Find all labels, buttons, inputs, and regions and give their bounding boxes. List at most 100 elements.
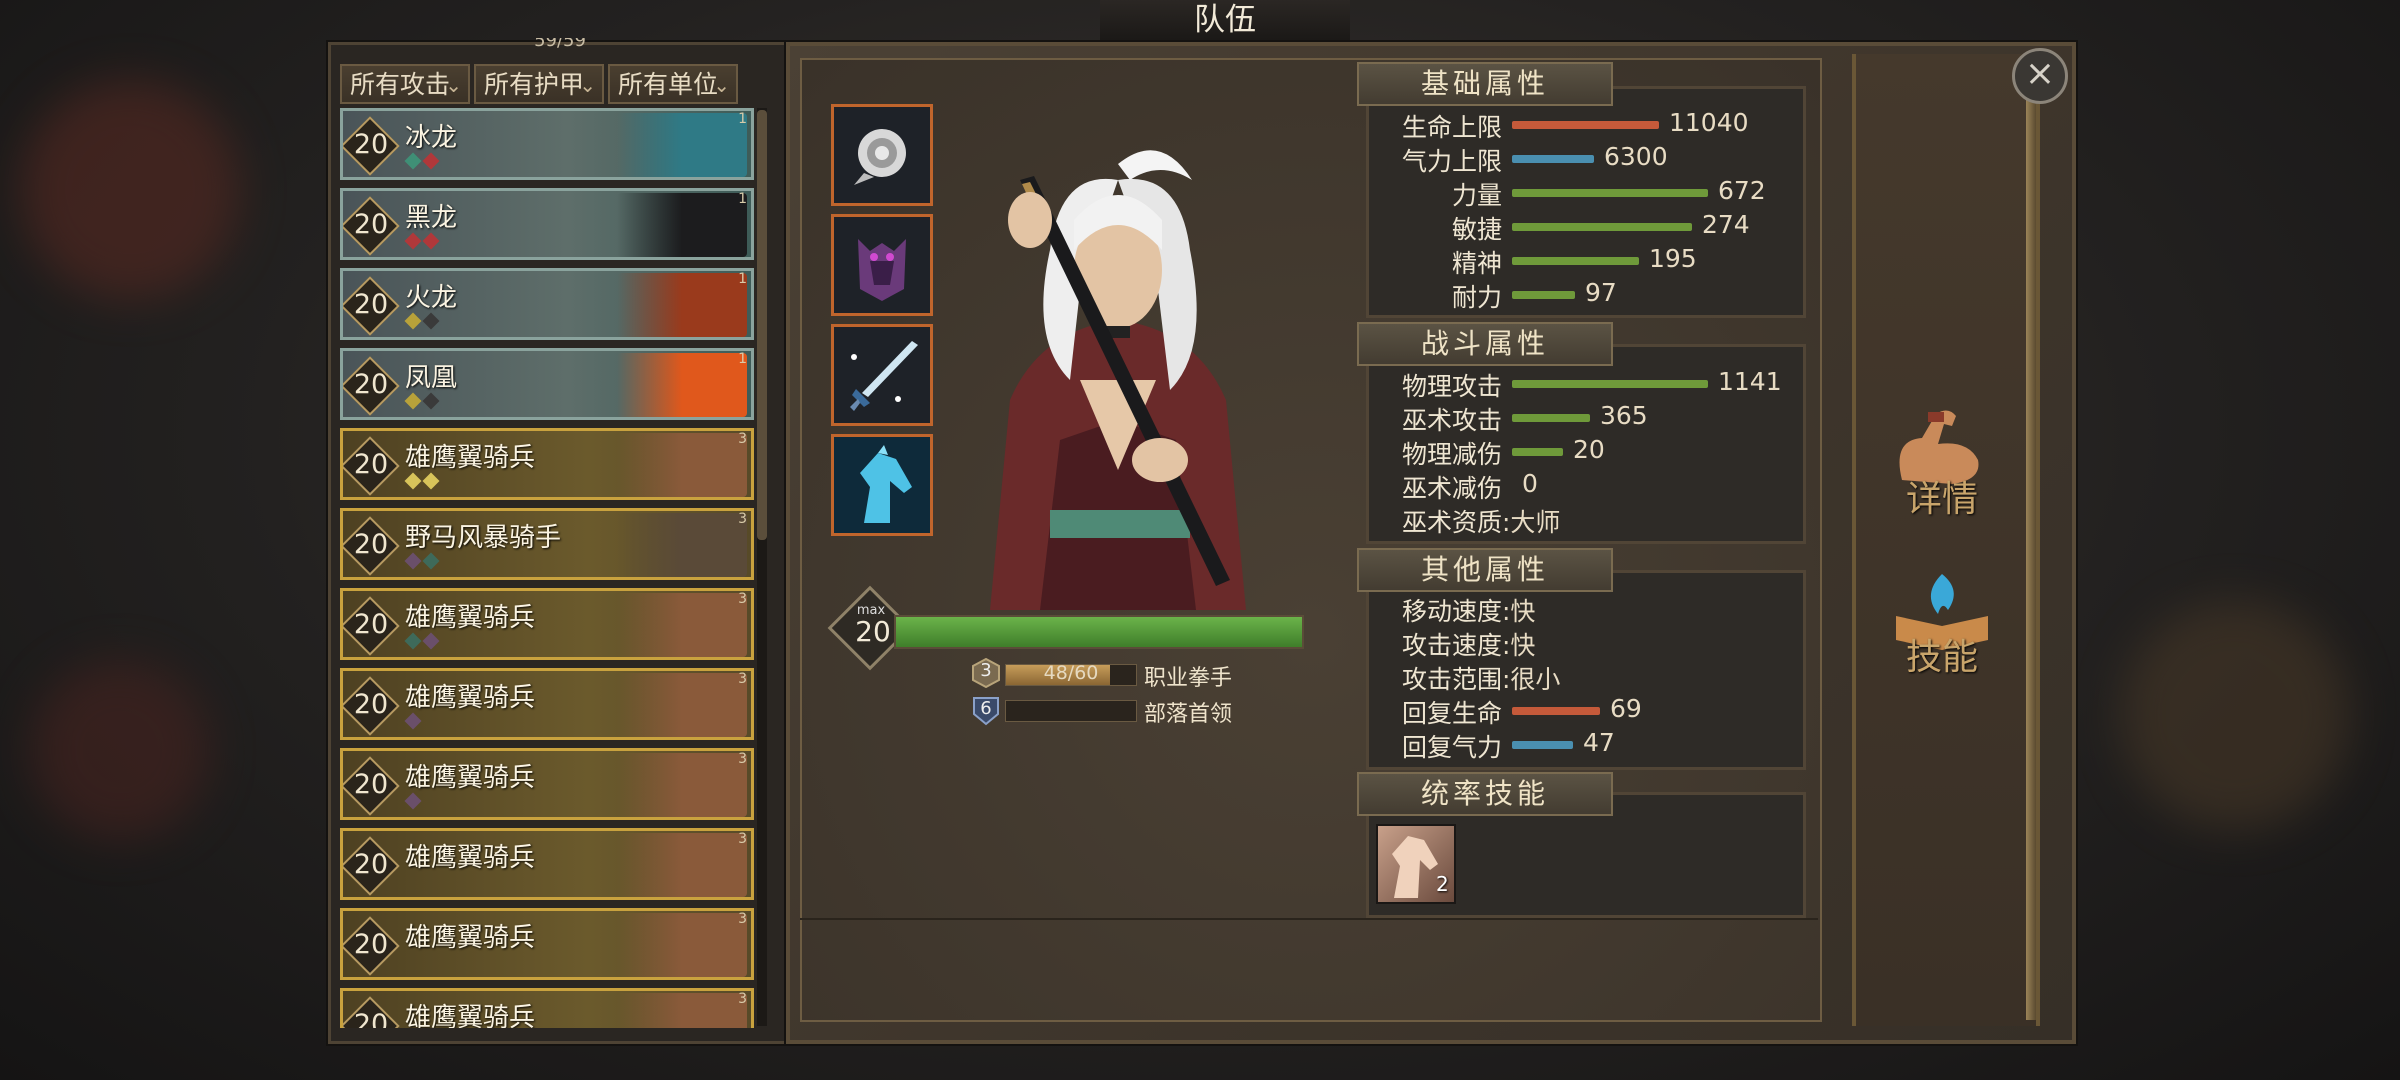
unit-list-item[interactable]: 20 凤凰 1 (340, 348, 754, 420)
stat-value: 69 (1610, 694, 1642, 723)
gem-icon (404, 712, 422, 730)
unit-portrait (617, 993, 747, 1028)
unit-list-item[interactable]: 20 雄鹰翼骑兵 3 (340, 668, 754, 740)
experience-bar (894, 615, 1304, 649)
unit-tier: 1 (738, 271, 747, 287)
unit-gems (404, 472, 440, 490)
stat-value: 274 (1702, 210, 1750, 239)
stat-label: 耐力 (1451, 283, 1502, 312)
unit-name: 雄鹰翼骑兵 (405, 843, 536, 873)
unit-name: 雄鹰翼骑兵 (405, 763, 536, 793)
stat-label: 回复生命 (1401, 699, 1502, 728)
stat-bar (1512, 380, 1708, 388)
unit-tier: 1 (738, 351, 747, 367)
skills-label: 技能 (1905, 637, 1978, 678)
hero-level: 20 (855, 615, 891, 648)
stat-value: 97 (1585, 278, 1617, 307)
unit-gems (404, 232, 440, 250)
details-button[interactable]: 详情 (1880, 400, 2000, 536)
unit-name: 黑龙 (405, 203, 458, 233)
unit-gems (404, 792, 422, 810)
unit-portrait (617, 273, 747, 337)
unit-list[interactable]: 20 冰龙 1 20 黑龙 1 20 火龙 1 20 凤凰 1 20 雄鹰翼骑兵 3 20 野马风暴骑手 3 20 雄… (340, 108, 754, 1028)
gem-icon (422, 312, 440, 330)
unit-list-item[interactable]: 20 野马风暴骑手 3 (340, 508, 754, 580)
unit-list-item[interactable]: 20 雄鹰翼骑兵 3 (340, 588, 754, 660)
unit-level: 20 (353, 769, 389, 800)
attack-filter-dropdown[interactable]: 所有攻击 ⌄ (340, 64, 470, 104)
stat-label: 攻击速度 (1401, 631, 1502, 660)
unit-filter-label: 所有单位 (618, 70, 719, 99)
unit-list-item[interactable]: 20 雄鹰翼骑兵 3 (340, 828, 754, 900)
unit-portrait (617, 513, 747, 577)
unit-level: 20 (353, 1009, 389, 1028)
spirit-horse-icon[interactable] (831, 434, 933, 536)
gem-icon (404, 632, 422, 650)
unit-list-item[interactable]: 20 火龙 1 (340, 268, 754, 340)
unit-filter-dropdown[interactable]: 所有单位 ⌄ (608, 64, 738, 104)
gem-icon (422, 152, 440, 170)
basic-attributes-header: 基础属性 (1357, 62, 1613, 106)
stat-value: 6300 (1604, 142, 1668, 171)
profession-progress-text: 48/60 (1043, 662, 1099, 684)
unit-level: 20 (353, 129, 389, 160)
unit-name: 雄鹰翼骑兵 (405, 603, 536, 633)
unit-level: 20 (353, 609, 389, 640)
unit-level: 20 (353, 209, 389, 240)
tribe-progress-bar (1005, 700, 1137, 722)
stat-value: :快 (1502, 631, 1536, 660)
close-icon[interactable]: × (2012, 48, 2068, 104)
stat-bar (1512, 448, 1563, 456)
unit-gems (404, 312, 440, 330)
stat-value: 365 (1600, 401, 1648, 430)
filter-bar: 所有攻击 ⌄ 所有护甲 ⌄ 所有单位 ⌄ (340, 64, 738, 104)
unit-gems (404, 712, 422, 730)
unit-list-item[interactable]: 20 黑龙 1 (340, 188, 754, 260)
stat-value: :很小 (1502, 665, 1561, 694)
unit-list-item[interactable]: 20 雄鹰翼骑兵 3 (340, 988, 754, 1028)
gem-icon (422, 552, 440, 570)
unit-name: 雄鹰翼骑兵 (405, 443, 536, 473)
gem-icon (404, 232, 422, 250)
gem-icon (404, 152, 422, 170)
unit-level: 20 (353, 849, 389, 880)
gem-icon (422, 472, 440, 490)
unit-name: 冰龙 (405, 123, 458, 153)
unit-tier: 3 (738, 751, 747, 767)
skills-button[interactable]: 技能 (1880, 560, 2000, 680)
unit-list-item[interactable]: 20 雄鹰翼骑兵 3 (340, 748, 754, 820)
chevron-down-icon: ⌄ (445, 73, 462, 97)
divider (800, 918, 1818, 920)
stat-bar (1512, 291, 1575, 299)
unit-name: 凤凰 (405, 363, 458, 393)
unit-list-item[interactable]: 20 雄鹰翼骑兵 3 (340, 908, 754, 980)
stat-value: 672 (1718, 176, 1766, 205)
demon-armor-icon[interactable] (831, 214, 933, 316)
gem-icon (404, 392, 422, 410)
unit-portrait (617, 193, 747, 257)
gem-icon (404, 472, 422, 490)
stat-label: 回复气力 (1401, 733, 1502, 762)
unit-list-scroll-thumb[interactable] (757, 110, 767, 540)
stat-value: :大师 (1502, 508, 1561, 537)
unit-tier: 3 (738, 671, 747, 687)
skill-count: 2 (1436, 872, 1449, 896)
tribe-title: 部落首领 (1144, 702, 1233, 727)
armor-filter-dropdown[interactable]: 所有护甲 ⌄ (474, 64, 604, 104)
attack-filter-label: 所有攻击 (350, 70, 451, 99)
gem-icon (422, 232, 440, 250)
ice-sword-icon[interactable] (831, 324, 933, 426)
command-skills-header: 统率技能 (1357, 772, 1613, 816)
unit-portrait (617, 753, 747, 817)
stat-bar (1512, 155, 1594, 163)
unit-tier: 1 (738, 191, 747, 207)
gem-icon (404, 792, 422, 810)
unit-level: 20 (353, 449, 389, 480)
side-menu (1852, 54, 2040, 1026)
rose-icon[interactable] (831, 104, 933, 206)
stat-label: 物理攻击 (1401, 372, 1502, 401)
stat-label: 巫术减伤 (1401, 474, 1502, 503)
unit-list-item[interactable]: 20 雄鹰翼骑兵 3 (340, 428, 754, 500)
unit-list-item[interactable]: 20 冰龙 1 (340, 108, 754, 180)
unit-portrait (617, 673, 747, 737)
